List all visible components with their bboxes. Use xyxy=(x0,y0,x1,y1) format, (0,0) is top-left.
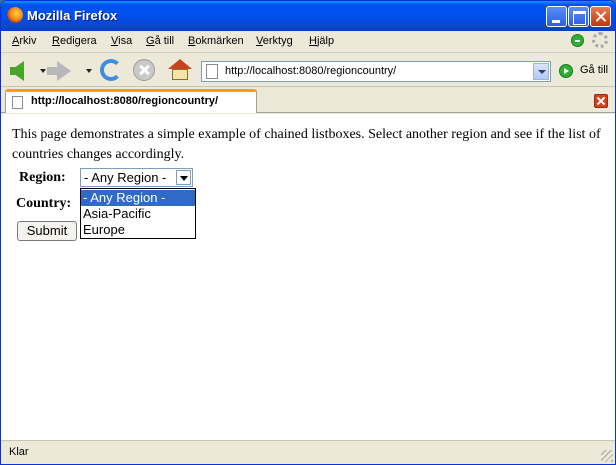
tab-regioncountry[interactable]: http://localhost:8080/regioncountry/ xyxy=(5,89,257,113)
menu-redigera[interactable]: Redigera xyxy=(52,35,97,47)
chevron-down-icon[interactable] xyxy=(176,170,191,185)
back-arrow-icon[interactable] xyxy=(10,61,24,81)
go-button[interactable]: Gå till xyxy=(557,62,613,81)
menu-ga-till[interactable]: Gå till xyxy=(146,35,174,47)
submit-button[interactable]: Submit xyxy=(17,221,77,241)
go-arrow-icon xyxy=(559,64,573,78)
home-body xyxy=(172,69,188,80)
update-icon[interactable] xyxy=(571,34,584,47)
menu-bokmarken[interactable]: Bokmärken xyxy=(188,35,244,47)
tab-label: http://localhost:8080/regioncountry/ xyxy=(31,95,219,107)
title-bar[interactable]: Mozilla Firefox xyxy=(1,1,615,31)
forward-arrow-icon[interactable] xyxy=(47,61,71,81)
status-bar: Klar xyxy=(1,440,615,464)
url-bar[interactable]: http://localhost:8080/regioncountry/ xyxy=(201,61,551,82)
country-label: Country: xyxy=(16,196,72,211)
throbber-icon xyxy=(592,32,608,48)
menu-verktyg[interactable]: Verktyg xyxy=(256,35,293,47)
region-dropdown-list: - Any Region - Asia-Pacific Europe xyxy=(80,188,196,239)
menu-bar: Arkiv Redigera Visa Gå till Bokmärken Ve… xyxy=(1,31,615,53)
url-text[interactable]: http://localhost:8080/regioncountry/ xyxy=(225,65,396,77)
stop-icon[interactable] xyxy=(133,59,155,81)
page-icon xyxy=(12,96,23,109)
intro-text: This page demonstrates a simple example … xyxy=(12,127,601,162)
status-text: Klar xyxy=(9,446,29,458)
forward-history-dropdown-icon[interactable] xyxy=(86,69,92,73)
window-title: Mozilla Firefox xyxy=(27,8,118,23)
minimize-button[interactable] xyxy=(546,6,567,27)
back-history-dropdown-icon[interactable] xyxy=(40,69,46,73)
maximize-button[interactable] xyxy=(568,6,589,27)
region-selected-value: - Any Region - xyxy=(84,170,167,185)
firefox-logo-icon xyxy=(7,7,23,23)
home-icon[interactable] xyxy=(168,59,192,81)
region-label: Region: xyxy=(19,170,66,185)
region-option-any[interactable]: - Any Region - xyxy=(81,190,195,206)
url-history-dropdown-icon[interactable] xyxy=(533,63,549,80)
close-tab-icon[interactable] xyxy=(594,94,608,108)
menu-visa[interactable]: Visa xyxy=(111,35,132,47)
close-window-button[interactable] xyxy=(590,6,611,27)
page-icon xyxy=(206,64,218,79)
menu-hjalp[interactable]: Hjälp xyxy=(309,35,334,47)
region-option-europe[interactable]: Europe xyxy=(81,222,195,238)
menu-arkiv[interactable]: Arkiv xyxy=(12,35,36,47)
go-label: Gå till xyxy=(580,64,609,76)
resize-grip-icon[interactable] xyxy=(601,450,613,462)
page-content: This page demonstrates a simple example … xyxy=(1,114,615,440)
region-select[interactable]: - Any Region - xyxy=(80,168,193,187)
reload-icon[interactable] xyxy=(100,59,122,81)
region-option-asia-pacific[interactable]: Asia-Pacific xyxy=(81,206,195,222)
home-roof xyxy=(168,59,192,69)
browser-window: Mozilla Firefox Arkiv Redigera Visa Gå t… xyxy=(0,0,616,465)
tab-bar: http://localhost:8080/regioncountry/ xyxy=(1,87,615,113)
